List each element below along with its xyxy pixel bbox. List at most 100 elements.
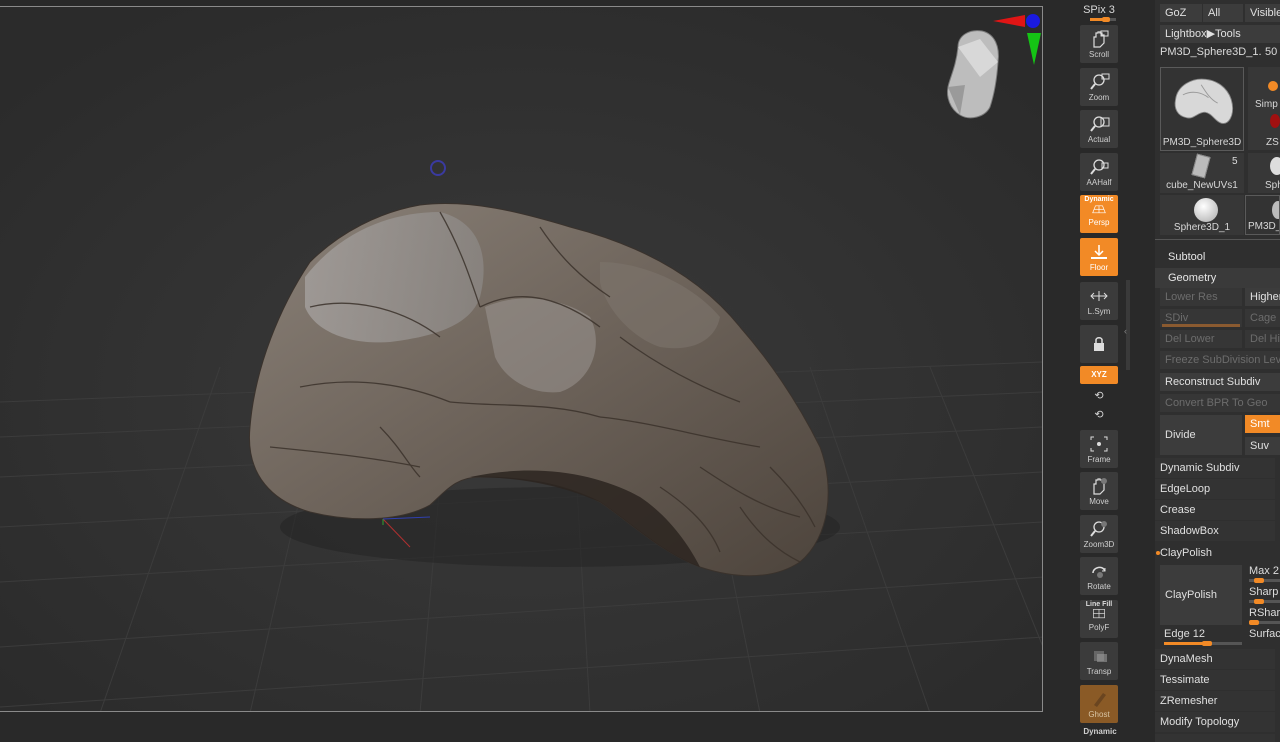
spix-label[interactable]: SPix 3	[1082, 4, 1116, 16]
claypolish-button[interactable]: ClayPolish	[1160, 565, 1242, 625]
zoom-button[interactable]: Zoom	[1080, 68, 1118, 106]
edgeloop-section[interactable]: EdgeLoop	[1155, 479, 1275, 499]
smt-toggle[interactable]: Smt	[1245, 415, 1280, 433]
tool-thumb-cube-newuvs1[interactable]: 5 cube_NewUVs1	[1160, 153, 1244, 193]
sharp-track[interactable]	[1249, 599, 1280, 604]
dynamic-subdiv-section[interactable]: Dynamic Subdiv	[1155, 458, 1275, 478]
tool-thumb-label: cube_NewUVs1	[1166, 180, 1238, 191]
visible-button[interactable]: Visible	[1245, 4, 1280, 22]
collapse-arrow-icon[interactable]: ‹	[1124, 326, 1127, 336]
tool-thumb-pm3d-sphere3d[interactable]: PM3D_Sphere3D	[1160, 67, 1244, 151]
sharp-slider[interactable]: Sharp	[1249, 586, 1280, 598]
scroll-label: Scroll	[1088, 50, 1109, 59]
lock-button[interactable]	[1080, 325, 1118, 363]
ghost-button[interactable]: Ghost	[1080, 685, 1118, 723]
zsphere-icon	[1270, 114, 1280, 128]
tool-thumb-pm3d[interactable]: PM3D_	[1245, 195, 1280, 235]
rsharp-slider[interactable]: RSharp	[1249, 607, 1280, 619]
claypolish-section[interactable]: ClayPolish	[1155, 543, 1275, 563]
freeze-subdivision-button[interactable]: Freeze SubDivision Leve	[1160, 351, 1280, 369]
max-slider[interactable]: Max 2	[1249, 565, 1280, 577]
document-viewport[interactable]	[0, 6, 1043, 712]
rotate-z-icon[interactable]: ⟲	[1093, 409, 1105, 421]
tool-thumb-label: PM3D_	[1248, 221, 1280, 232]
suv-toggle[interactable]: Suv	[1245, 437, 1280, 455]
edge-track[interactable]	[1164, 641, 1242, 646]
cube-icon	[1191, 153, 1211, 179]
transp-button[interactable]: Transp	[1080, 642, 1118, 680]
tool-thumb-label: ZS	[1266, 137, 1279, 148]
ghost-label: Ghost	[1088, 710, 1110, 719]
panel-divider[interactable]	[1126, 280, 1130, 370]
sphere-icon	[1272, 201, 1279, 219]
current-tool-name[interactable]: PM3D_Sphere3D_1. 50	[1160, 46, 1280, 62]
subtool-section[interactable]: Subtool	[1155, 247, 1280, 267]
zoom3d-button[interactable]: Zoom3D	[1080, 515, 1118, 553]
3d-scene[interactable]	[0, 7, 1043, 712]
next-section[interactable]	[1155, 734, 1275, 742]
scroll-button[interactable]: Scroll	[1080, 25, 1118, 63]
floor-label: Floor	[1089, 263, 1109, 272]
dynamesh-section[interactable]: DynaMesh	[1155, 649, 1275, 669]
tool-count-badge: 5	[1232, 156, 1238, 167]
frame-label: Frame	[1087, 455, 1111, 464]
lower-res-button[interactable]: Lower Res	[1160, 288, 1242, 306]
goz-button[interactable]: GoZ	[1160, 4, 1202, 22]
spix-slider[interactable]	[1090, 17, 1116, 22]
convert-bpr-button[interactable]: Convert BPR To Geo	[1160, 394, 1280, 412]
rotate-label: Rotate	[1087, 582, 1111, 591]
tool-thumb-label: PM3D_Sphere3D	[1162, 137, 1242, 148]
sdiv-track	[1162, 324, 1240, 327]
aahalf-button[interactable]: AAHalf	[1080, 153, 1118, 191]
surface-slider[interactable]: Surfac	[1249, 628, 1280, 640]
floor-icon	[1091, 245, 1107, 259]
persp-label: Persp	[1088, 218, 1110, 227]
floor-button[interactable]: Floor	[1080, 238, 1118, 276]
del-lower-button[interactable]: Del Lower	[1160, 330, 1242, 348]
lsym-button[interactable]: L.Sym	[1080, 282, 1118, 320]
move-button[interactable]: Move	[1080, 472, 1118, 510]
modify-topology-section[interactable]: Modify Topology	[1155, 712, 1275, 732]
sphere-icon	[1194, 198, 1218, 222]
persp-button[interactable]: Dynamic Persp	[1080, 195, 1118, 233]
lsym-label: L.Sym	[1087, 307, 1111, 316]
magnifier-icon	[1090, 521, 1107, 537]
aahalf-label: AAHalf	[1086, 178, 1112, 187]
reconstruct-subdiv-button[interactable]: Reconstruct Subdiv	[1160, 373, 1280, 391]
crease-section[interactable]: Crease	[1155, 500, 1275, 520]
edge-slider[interactable]: Edge 12	[1164, 628, 1244, 640]
transp-label: Transp	[1086, 667, 1112, 676]
actual-button[interactable]: Actual	[1080, 110, 1118, 148]
dynamic-label[interactable]: Dynamic	[1082, 727, 1118, 736]
surface-label: Surfac	[1249, 628, 1280, 640]
del-higher-button[interactable]: Del Hi	[1245, 330, 1280, 348]
lock-icon	[1094, 337, 1104, 351]
rsharp-track[interactable]	[1249, 620, 1280, 625]
sphere-icon	[1270, 157, 1280, 175]
tool-thumb-zs[interactable]: ZS	[1248, 112, 1280, 150]
divide-button[interactable]: Divide	[1160, 415, 1242, 455]
higher-res-button[interactable]: Higher	[1245, 288, 1280, 306]
xyz-rotate-button[interactable]: XYZ	[1080, 366, 1118, 384]
tool-thumb-sphere3d-1[interactable]: Sphere3D_1	[1160, 195, 1244, 235]
shadowbox-section[interactable]: ShadowBox	[1155, 521, 1275, 541]
tool-thumb-simp[interactable]: Simp	[1248, 67, 1280, 112]
magnifier-icon	[1090, 159, 1109, 175]
frame-button[interactable]: Frame	[1080, 430, 1118, 468]
geometry-section[interactable]: Geometry	[1155, 268, 1280, 288]
max-label: Max 2	[1249, 565, 1279, 577]
zremesher-section[interactable]: ZRemesher	[1155, 691, 1275, 711]
max-track[interactable]	[1249, 578, 1280, 583]
rotate-button[interactable]: Rotate	[1080, 557, 1118, 595]
sdiv-slider[interactable]: SDiv	[1160, 309, 1242, 327]
rotate-y-icon[interactable]: ⟲	[1093, 390, 1105, 402]
perspective-grid-icon	[1092, 205, 1106, 214]
all-button[interactable]: All	[1203, 4, 1243, 22]
frame-icon	[1090, 436, 1108, 452]
polyf-button[interactable]: Line Fill PolyF	[1080, 600, 1118, 638]
tessimate-section[interactable]: Tessimate	[1155, 670, 1275, 690]
current-tool-label: PM3D_Sphere3D_1.	[1160, 46, 1262, 58]
lightbox-tools-button[interactable]: Lightbox▶Tools	[1160, 25, 1280, 43]
tool-thumb-sph[interactable]: Sph	[1248, 153, 1280, 193]
cage-button[interactable]: Cage	[1245, 309, 1280, 327]
